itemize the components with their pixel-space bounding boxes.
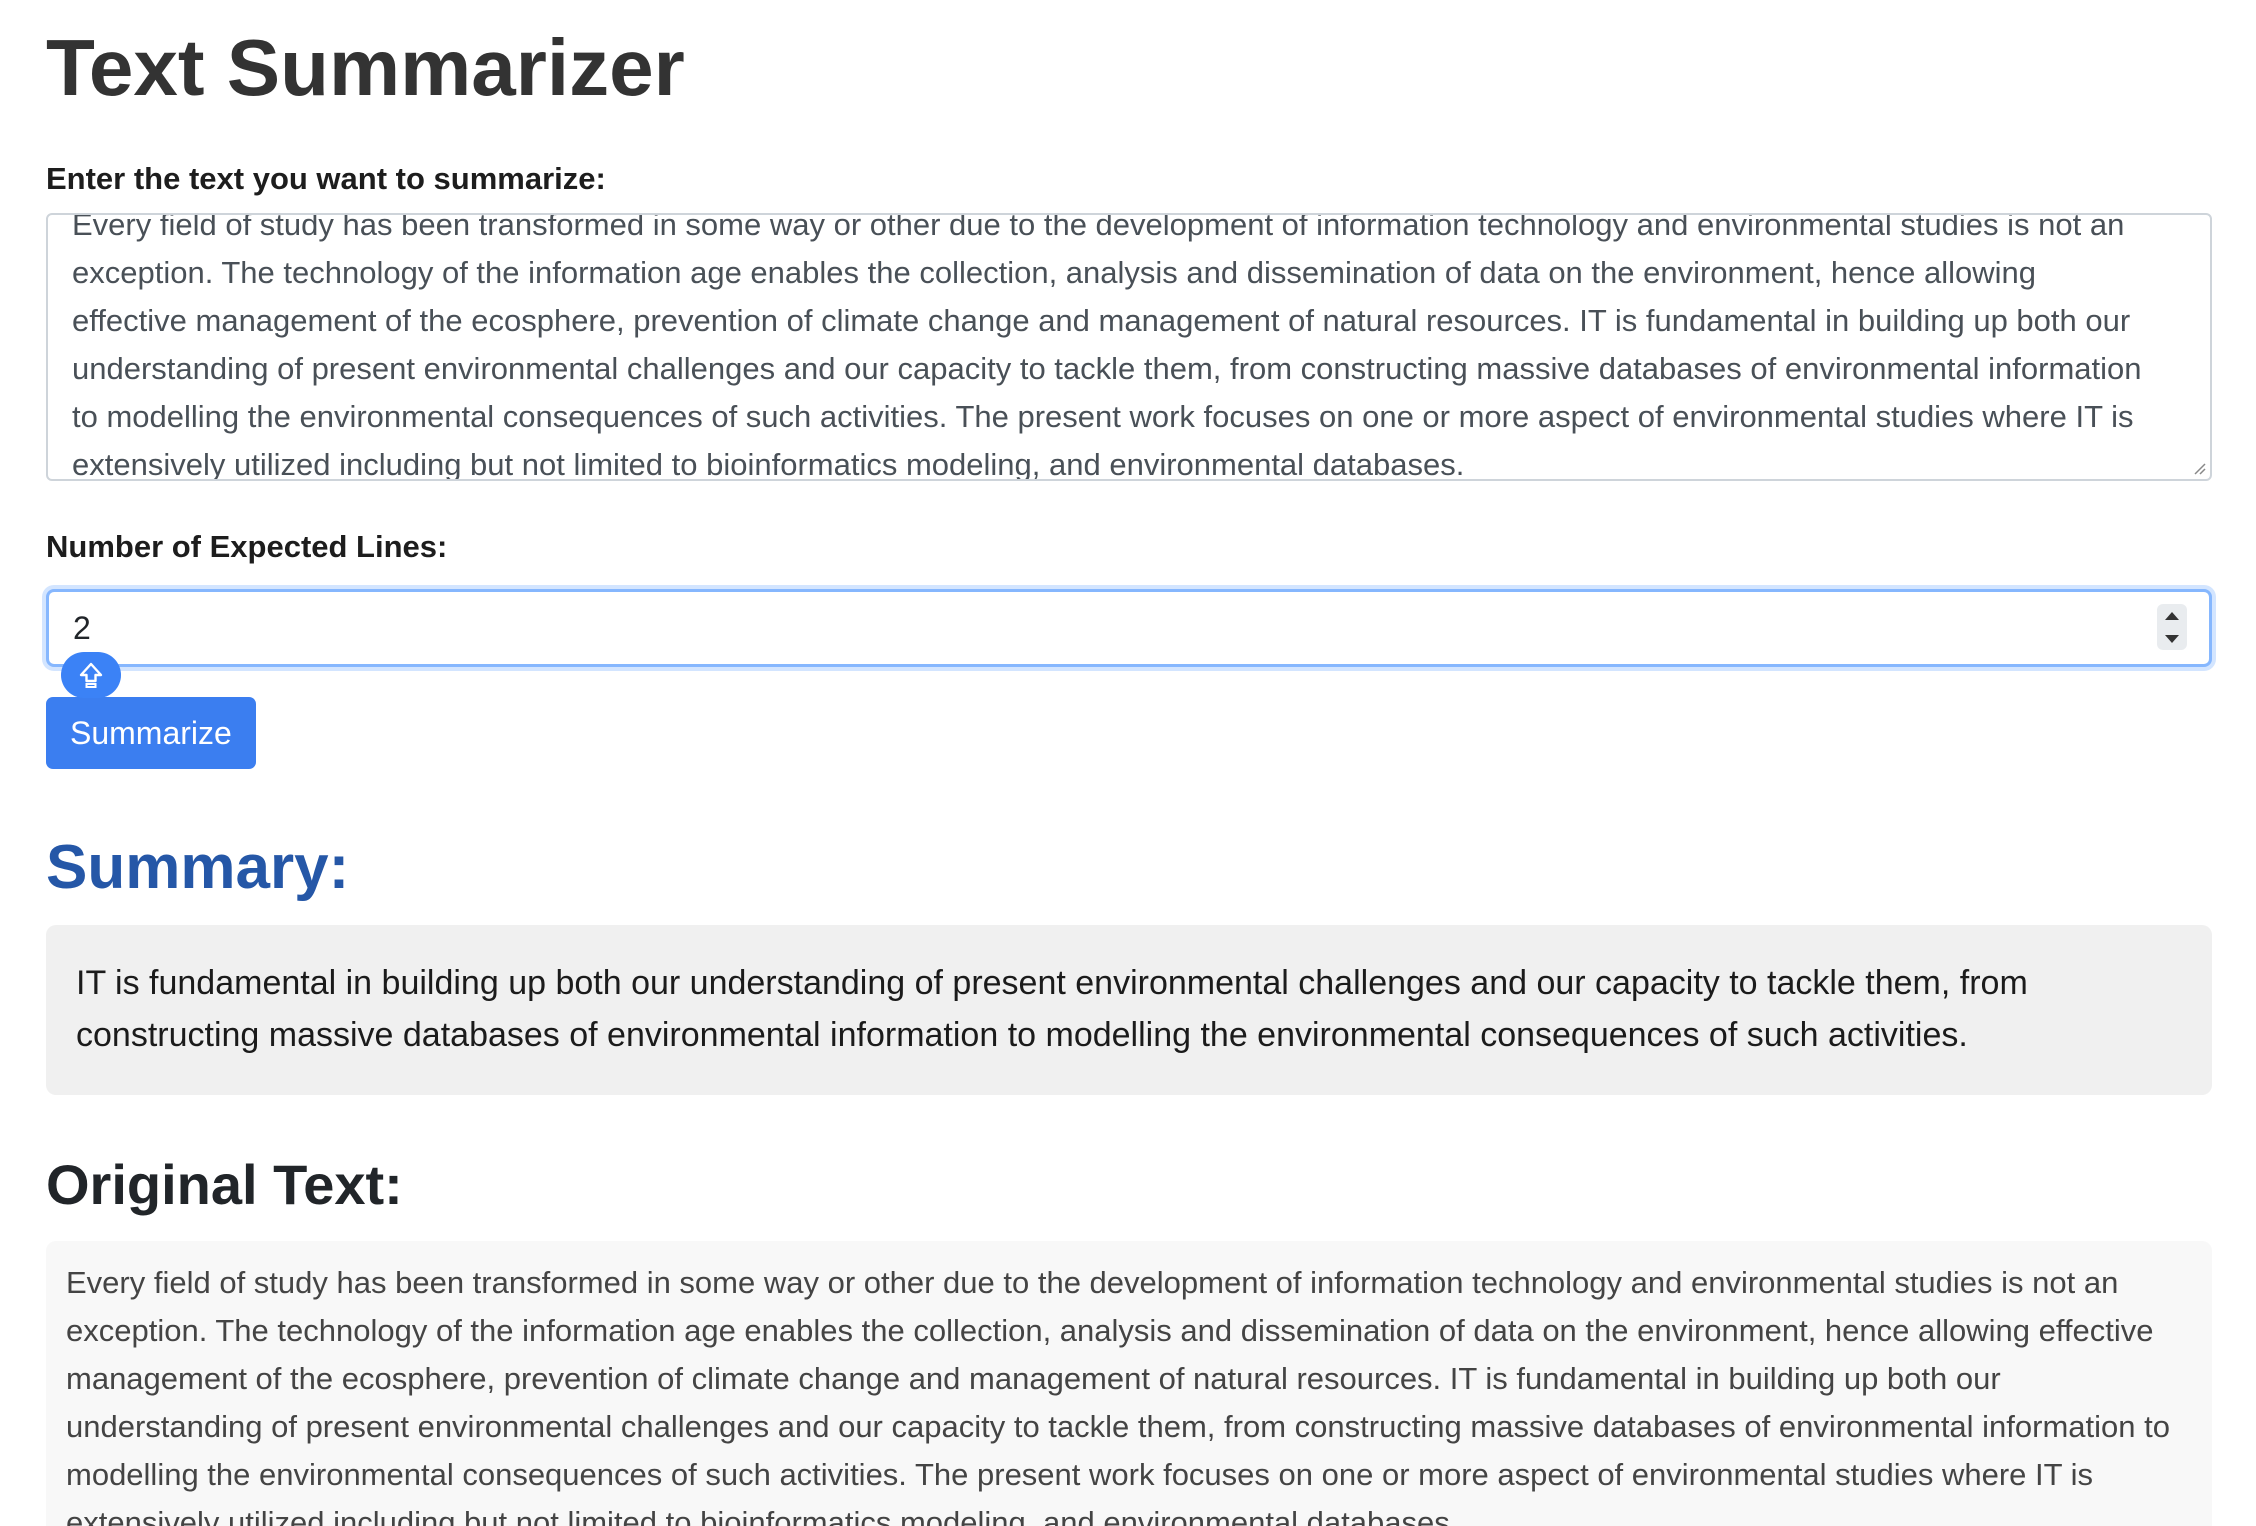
lines-input[interactable] — [49, 592, 2209, 664]
lines-input-container — [46, 589, 2212, 698]
summarize-form: Enter the text you want to summarize: Ev… — [46, 159, 2212, 769]
summary-heading: Summary: — [46, 833, 350, 902]
original-text: Every field of study has been transforme… — [46, 1241, 2212, 1526]
resize-grip-icon[interactable] — [2192, 461, 2206, 475]
page-title: Text Summarizer — [46, 23, 685, 112]
text-input-container: Every field of study has been transforme… — [46, 213, 2212, 481]
caps-lock-icon — [61, 652, 121, 698]
stepper-down-icon[interactable] — [2165, 634, 2179, 643]
lines-stepper — [2157, 604, 2187, 650]
summary-text: IT is fundamental in building up both ou… — [46, 925, 2212, 1095]
summarize-button[interactable]: Summarize — [46, 697, 256, 769]
stepper-up-icon[interactable] — [2165, 611, 2179, 620]
original-text-heading: Original Text: — [46, 1153, 403, 1216]
text-input[interactable]: Every field of study has been transforme… — [48, 215, 2210, 479]
text-input-label: Enter the text you want to summarize: — [46, 161, 606, 196]
lines-input-label: Number of Expected Lines: — [46, 529, 448, 564]
page: Text Summarizer Enter the text you want … — [0, 0, 2256, 1526]
